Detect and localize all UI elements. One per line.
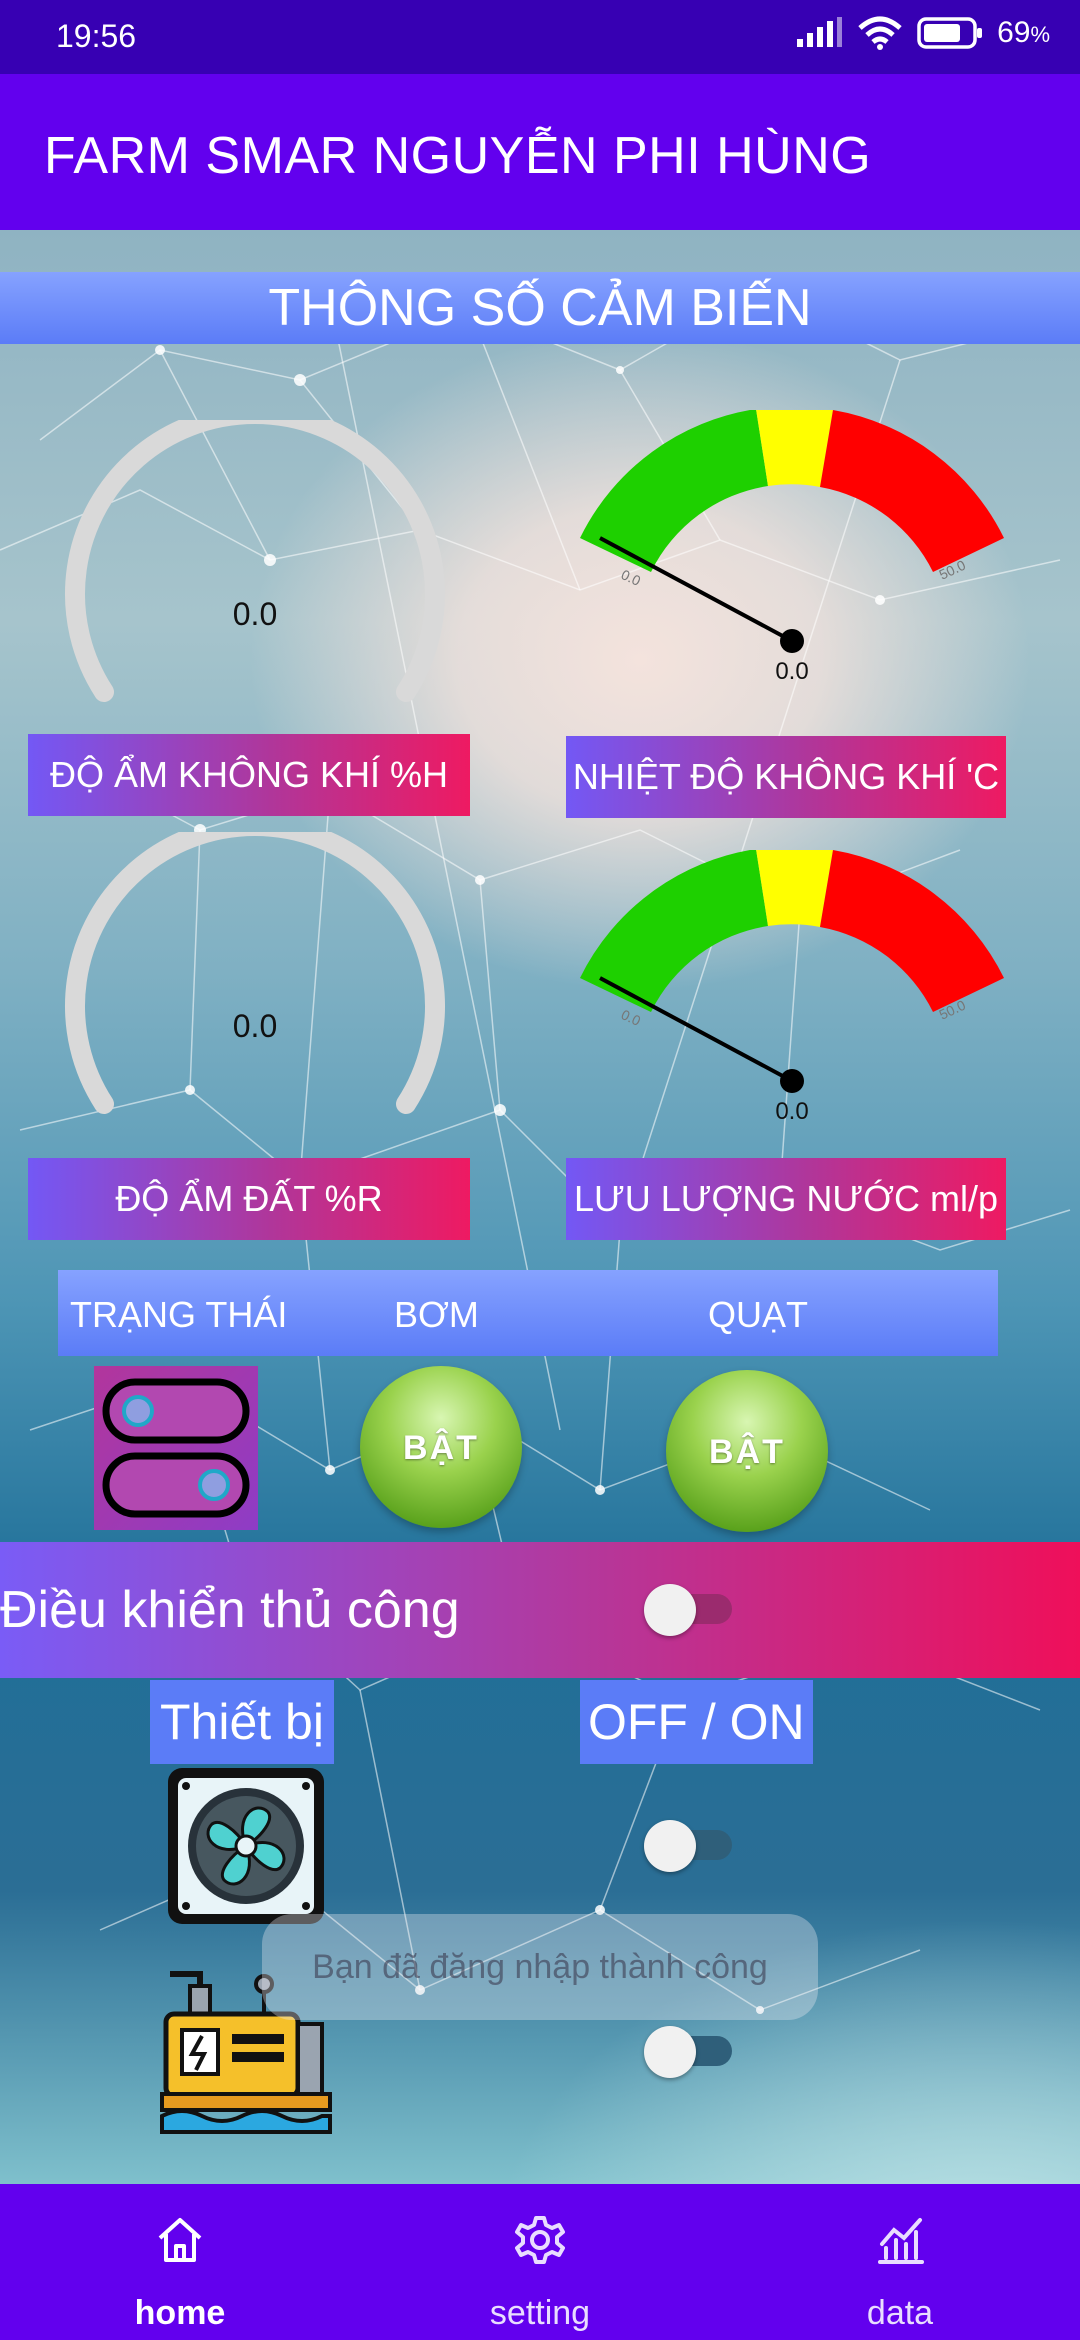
pump-label: BƠM	[394, 1294, 479, 1335]
nav-data[interactable]: data	[790, 2184, 1010, 2340]
app-title: FARM SMAR NGUYỄN PHI HÙNG	[44, 127, 872, 185]
air-humidity-label: ĐỘ ẨM KHÔNG KHÍ %H	[28, 734, 470, 816]
signal-icon	[797, 17, 843, 47]
status-bar: 19:56 69%	[0, 0, 1080, 74]
nav-data-label: data	[866, 2294, 934, 2332]
fan-icon	[164, 1764, 328, 1928]
status-label: TRẠNG THÁI	[70, 1294, 288, 1335]
air-humidity-value: 0.0	[232, 596, 278, 632]
water-flow-value: 0.0	[775, 1098, 809, 1125]
manual-control-row: Điều khiển thủ công	[0, 1542, 1080, 1678]
sensor-section-header: THÔNG SỐ CẢM BIẾN	[0, 272, 1080, 344]
pump-on-button[interactable]: BẬT	[360, 1366, 522, 1528]
home-icon	[158, 2218, 202, 2262]
battery-level: 69%	[997, 16, 1050, 49]
device-header: Thiết bị	[150, 1680, 334, 1764]
bottom-navigation: home setting data	[0, 2184, 1080, 2340]
fan-switch[interactable]	[644, 1820, 734, 1872]
status-time: 19:56	[56, 18, 137, 54]
nav-setting-label: setting	[489, 2294, 591, 2332]
chart-icon	[878, 2218, 924, 2264]
nav-setting[interactable]: setting	[430, 2184, 650, 2340]
status-header-row: TRẠNG THÁI BƠM QUẠT	[58, 1270, 998, 1356]
water-flow-label: LƯU LƯỢNG NƯỚC ml/p	[566, 1158, 1006, 1240]
manual-control-label: Điều khiển thủ công	[0, 1581, 460, 1639]
wifi-icon	[858, 16, 902, 50]
nav-home[interactable]: home	[70, 2184, 290, 2340]
battery-icon	[917, 17, 983, 49]
soil-moisture-gauge	[65, 832, 445, 1114]
air-humidity-gauge	[65, 420, 445, 702]
fan-on-button[interactable]: BẬT	[666, 1370, 828, 1532]
soil-moisture-label: ĐỘ ẨM ĐẤT %R	[28, 1158, 470, 1240]
gear-icon	[515, 2216, 565, 2264]
temp-scale-min: 0.0	[619, 566, 644, 589]
air-temperature-gauge: 0.0 50.0	[580, 410, 1004, 653]
air-temperature-value: 0.0	[775, 658, 809, 685]
app-bar: FARM SMAR NGUYỄN PHI HÙNG	[0, 74, 1080, 230]
status-icons: 69%	[795, 16, 1050, 50]
state-header: OFF / ON	[580, 1680, 813, 1764]
switch-thumb	[644, 1820, 696, 1872]
pump-switch[interactable]	[644, 2026, 734, 2078]
switch-thumb	[644, 2026, 696, 2078]
login-success-toast: Bạn đã đăng nhập thành công	[262, 1914, 818, 2020]
soil-moisture-value: 0.0	[232, 1008, 278, 1044]
flow-scale-min: 0.0	[619, 1006, 644, 1029]
nav-home-label: home	[134, 2294, 226, 2332]
fan-label: QUẠT	[708, 1294, 809, 1335]
status-toggles-icon	[94, 1366, 258, 1530]
air-temperature-label: NHIỆT ĐỘ KHÔNG KHÍ 'C	[566, 736, 1006, 818]
switch-thumb	[644, 1584, 696, 1636]
manual-control-switch[interactable]	[644, 1584, 734, 1636]
water-flow-gauge: 0.0 50.0	[580, 850, 1004, 1093]
